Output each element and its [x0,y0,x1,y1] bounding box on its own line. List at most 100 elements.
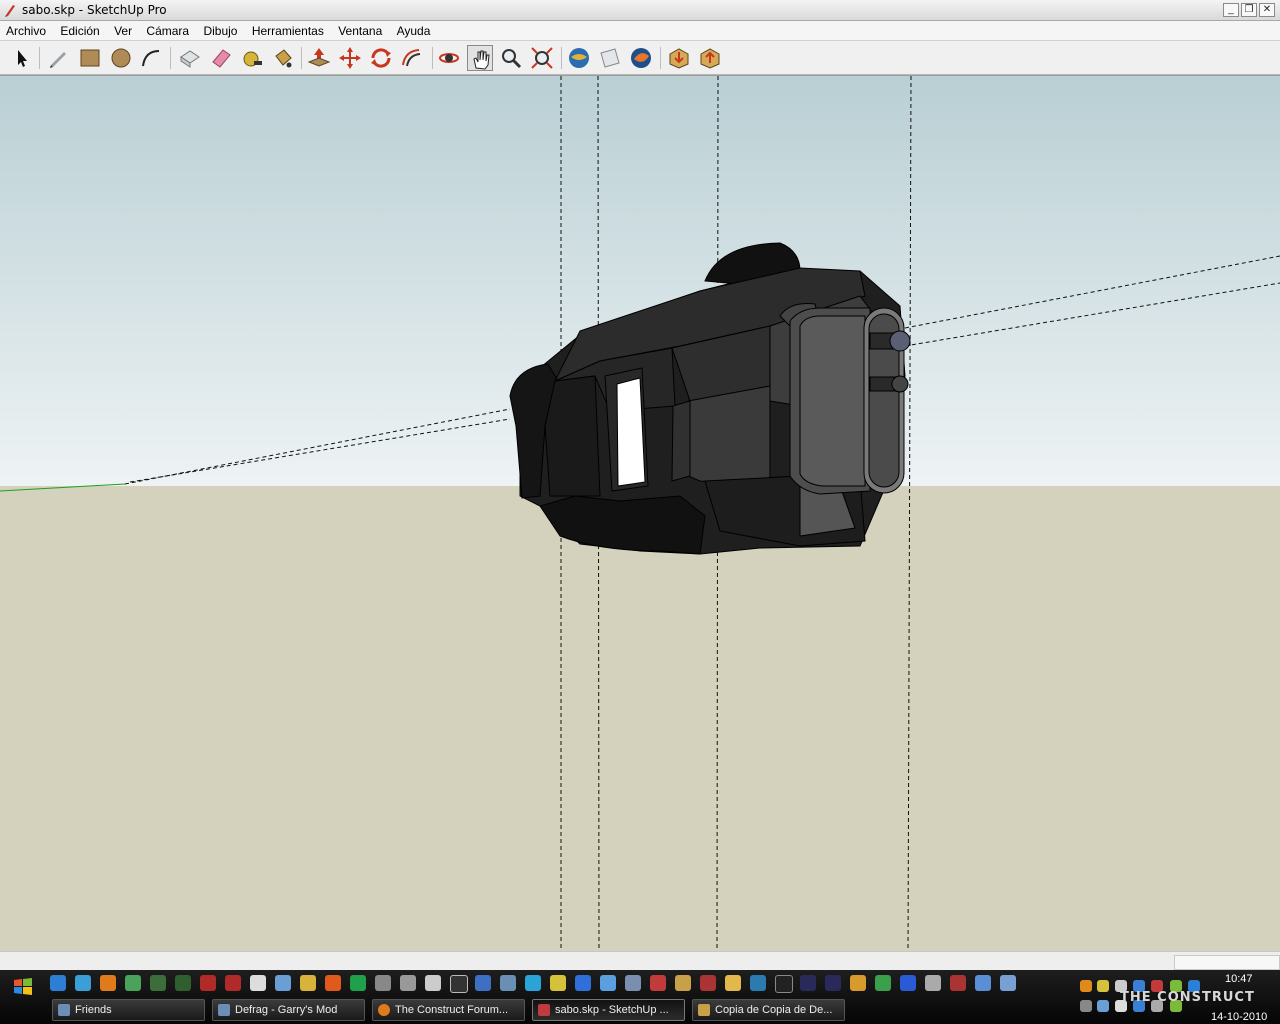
rectangle-tool[interactable] [77,45,103,71]
move-icon [339,47,361,69]
arrow-icon [18,50,27,67]
h-icon[interactable] [350,975,366,991]
computer-icon[interactable] [625,975,641,991]
graph-icon[interactable] [450,975,468,993]
restore-button[interactable]: ❐ [1241,3,1257,17]
headphones-icon[interactable] [850,975,866,991]
circle-tool[interactable] [108,45,134,71]
people-icon[interactable] [550,975,566,991]
tool-icon[interactable] [675,975,691,991]
menu-edicion[interactable]: Edición [54,21,104,38]
next-view-tool[interactable] [597,45,623,71]
toolbar [0,41,1280,75]
dvd-icon-2[interactable] [225,975,241,991]
select-tool[interactable] [8,45,34,71]
paint-bucket-tool[interactable] [270,45,296,71]
menu-herramientas[interactable]: Herramientas [246,21,329,38]
tray-icon-2[interactable] [1080,1000,1092,1012]
chart-icon[interactable] [750,975,766,991]
menu-ayuda[interactable]: Ayuda [391,21,436,38]
skype-icon[interactable] [525,975,541,991]
tray-icon[interactable] [1080,980,1092,992]
folder-icon[interactable] [725,975,741,991]
push-pull-icon [307,48,331,67]
chat-icon[interactable] [425,975,441,991]
measurements-box[interactable] [1174,955,1280,970]
move-tool[interactable] [337,45,363,71]
plane-icon[interactable] [900,975,916,991]
previous-view-tool[interactable] [566,45,592,71]
steam-icon-2[interactable] [775,975,793,993]
steam-icon[interactable] [500,975,516,991]
wand-icon[interactable] [975,975,991,991]
tool-icon-2[interactable] [950,975,966,991]
taskbar: Friends Defrag - Garry's Mod The Constru… [0,970,1280,1024]
menu-archivo[interactable]: Archivo [0,21,51,38]
chrome-icon[interactable] [600,975,616,991]
menu-dibujo[interactable]: Dibujo [197,21,242,38]
ground [0,486,1280,951]
arc-tool[interactable] [139,45,165,71]
menu-ver[interactable]: Ver [108,21,137,38]
orbit-tool[interactable] [436,45,462,71]
download-icon[interactable] [325,975,341,991]
warehouse-share-tool[interactable] [697,45,723,71]
offset-tool[interactable] [399,45,425,71]
offset-icon [402,49,421,67]
after-effects-icon[interactable] [825,975,841,991]
ie-icon[interactable] [50,975,66,991]
media-player-icon[interactable] [575,975,591,991]
make-component-tool[interactable] [177,45,203,71]
minimize-button[interactable]: _ [1223,3,1239,17]
photo-textures-tool[interactable] [628,45,654,71]
monitor-icon[interactable] [375,975,391,991]
status-bar [0,951,1280,970]
window-icon[interactable] [250,975,266,991]
globe-icon [569,48,589,68]
pencil-tool[interactable] [46,45,72,71]
eraser-tool[interactable] [208,45,234,71]
steam-icon [58,1004,70,1016]
settings-icon[interactable] [925,975,941,991]
task-sketchup[interactable]: sabo.skp - SketchUp ... [532,999,685,1021]
tray-icon-3[interactable] [1097,1000,1109,1012]
rectangle-icon [80,49,100,67]
firefox-icon[interactable] [100,975,116,991]
gamepad-icon[interactable] [400,975,416,991]
controller-icon[interactable] [1000,975,1016,991]
eraser-icon [212,49,231,68]
task-construct-forum[interactable]: The Construct Forum... [372,999,525,1021]
sketchup-icon[interactable] [650,975,666,991]
menu-camara[interactable]: Cámara [140,21,194,38]
grid-icon[interactable] [475,975,491,991]
close-button[interactable]: ✕ [1259,3,1275,17]
zoom-tool[interactable] [498,45,524,71]
pan-tool[interactable] [467,45,493,71]
task-friends[interactable]: Friends [52,999,205,1021]
window-title: sabo.skp - SketchUp Pro [22,3,167,17]
push-pull-tool[interactable] [306,45,332,71]
shield-icon[interactable] [1097,980,1109,992]
sketchup-app-icon [5,5,15,17]
warehouse-get-tool[interactable] [666,45,692,71]
pencil-icon[interactable] [300,975,316,991]
dvd-icon[interactable] [200,975,216,991]
circle-icon [111,48,131,68]
network-icon[interactable] [75,975,91,991]
task-copia-de-copia[interactable]: Copia de Copia de De... [692,999,845,1021]
cloud-icon[interactable] [275,975,291,991]
zoom-extents-tool[interactable] [529,45,555,71]
menu-bar: Archivo Edición Ver Cámara Dibujo Herram… [0,21,1280,41]
film-icon-2[interactable] [175,975,191,991]
film-icon[interactable] [150,975,166,991]
photo-icon[interactable] [700,975,716,991]
tape-measure-tool[interactable] [239,45,265,71]
task-defrag-garrys-mod[interactable]: Defrag - Garry's Mod [212,999,365,1021]
premiere-icon[interactable] [800,975,816,991]
rotate-tool[interactable] [368,45,394,71]
windows-start-icon[interactable] [12,976,34,998]
globe-icon[interactable] [125,975,141,991]
chrome-icon-2[interactable] [875,975,891,991]
menu-ventana[interactable]: Ventana [332,21,387,38]
drawing-area[interactable] [0,75,1280,951]
